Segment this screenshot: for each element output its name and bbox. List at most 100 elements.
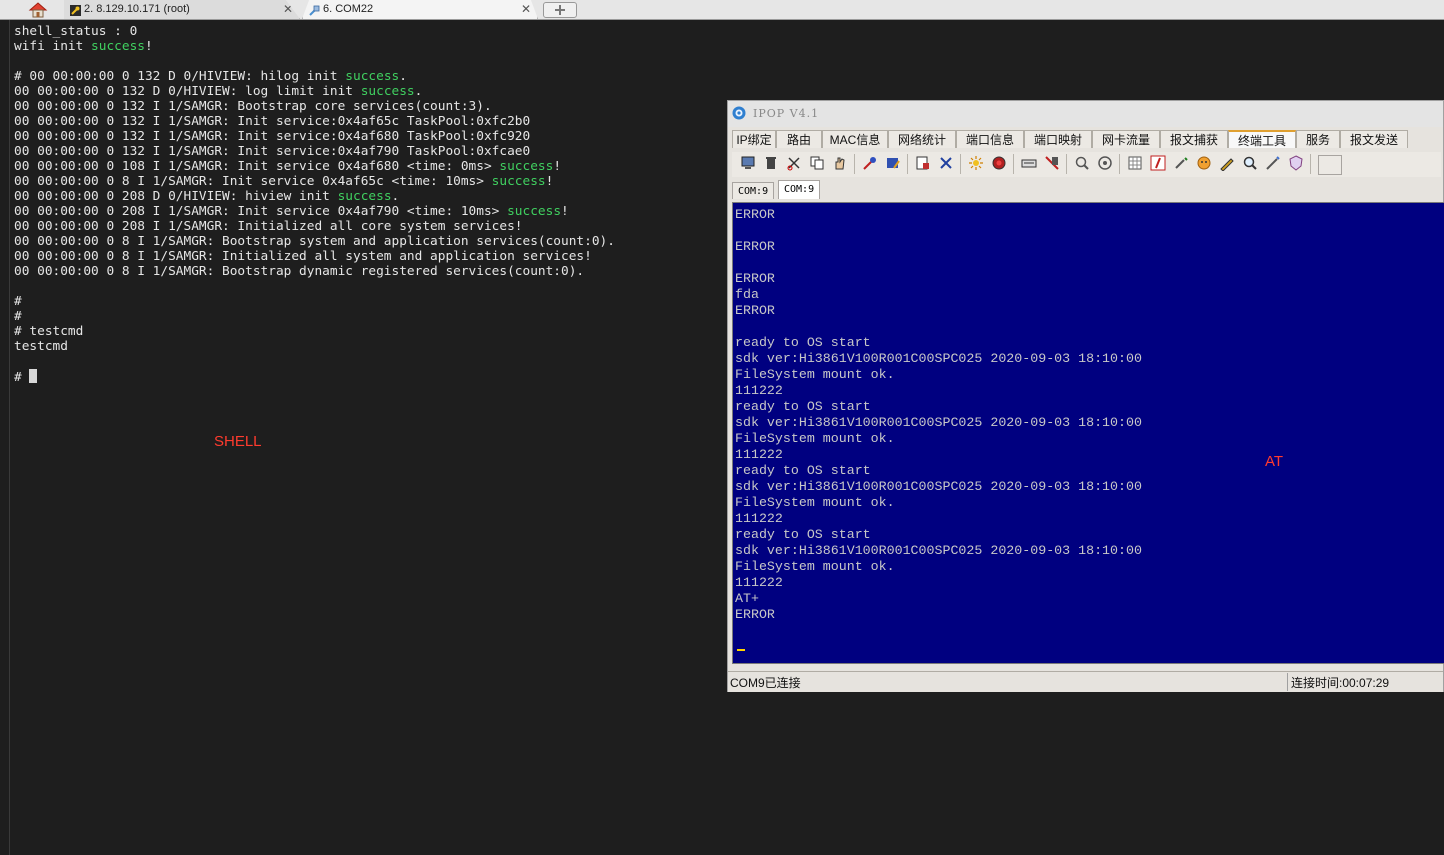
tab-0[interactable]: IP绑定 [732, 130, 776, 148]
log-text: 00 00:00:00 0 132 I 1/SAMGR: Init servic… [14, 144, 531, 159]
tab-9[interactable]: 服务 [1296, 130, 1340, 148]
filter-icon[interactable] [1044, 155, 1060, 171]
console-line: ERROR [735, 239, 775, 254]
zoom-icon[interactable] [1074, 155, 1090, 171]
save-icon[interactable] [915, 155, 931, 171]
app-logo-icon [732, 106, 746, 120]
log-text: . [399, 69, 407, 84]
console-line: ready to OS start [735, 399, 871, 414]
log-text: 00 00:00:00 0 8 I 1/SAMGR: Initialized a… [14, 249, 592, 264]
log-text: 00 00:00:00 0 108 I 1/SAMGR: Init servic… [14, 159, 500, 174]
trash-icon[interactable] [763, 155, 779, 171]
log-text: shell_status : 0 [14, 24, 138, 39]
toolbar-separator [1066, 154, 1067, 174]
console-line: 111222 [735, 447, 783, 462]
tab-label: 2. 8.129.10.171 (root) [84, 3, 190, 15]
com-tab[interactable]: COM:9 [732, 182, 775, 199]
tab-label: 6. COM22 [323, 3, 374, 15]
settings-icon[interactable] [885, 155, 901, 171]
at-annotation: AT [1265, 453, 1284, 470]
terminal-line: 00 00:00:00 0 208 D 0/HIVIEW: hiview ini… [14, 189, 615, 204]
success-text: success [507, 204, 562, 219]
log-text: ! [144, 39, 153, 54]
close-icon[interactable]: ✕ [283, 0, 293, 18]
console-line: FileSystem mount ok. [735, 495, 895, 510]
tab-ssh-session[interactable]: 2. 8.129.10.171 (root) ✕ [64, 0, 300, 19]
wand-icon[interactable] [1265, 155, 1281, 171]
console-line: ERROR [735, 207, 775, 222]
toolbar-separator [1013, 154, 1014, 174]
toolbar-separator [1119, 154, 1120, 174]
console-line: ERROR [735, 303, 775, 318]
hand-icon[interactable] [832, 155, 848, 171]
toolbar-separator [960, 154, 961, 174]
tab-2[interactable]: MAC信息 [822, 130, 888, 148]
connect-icon[interactable] [862, 155, 878, 171]
tab-7[interactable]: 报文捕获 [1160, 130, 1228, 148]
find-icon[interactable] [1242, 155, 1258, 171]
home-icon[interactable] [22, 0, 54, 19]
terminal-output: shell_status : 0 wifi init success! # 00 … [14, 24, 615, 385]
cut-icon[interactable] [786, 155, 802, 171]
terminal-line: # [14, 369, 615, 385]
log-text: . [414, 84, 423, 99]
log-text: wifi init [14, 39, 92, 54]
keyboard-icon[interactable] [1021, 155, 1037, 171]
console-line: ERROR [735, 607, 775, 622]
terminal-line: 00 00:00:00 0 132 I 1/SAMGR: Bootstrap c… [14, 99, 615, 114]
tab-com-session[interactable]: 6. COM22 ✕ [302, 0, 538, 19]
light-icon[interactable] [968, 155, 984, 171]
blank-button[interactable] [1318, 155, 1342, 175]
tab-6[interactable]: 网卡流量 [1092, 130, 1160, 148]
console-line: ready to OS start [735, 335, 871, 350]
tab-3[interactable]: 网络统计 [888, 130, 956, 148]
toolbar-separator [854, 154, 855, 174]
terminal-line: 00 00:00:00 0 132 I 1/SAMGR: Init servic… [14, 144, 615, 159]
log-text: 00 00:00:00 0 8 I 1/SAMGR: Init service … [14, 174, 492, 189]
record-icon[interactable] [991, 155, 1007, 171]
grid-icon[interactable] [1127, 155, 1143, 171]
success-text: success [337, 189, 392, 204]
log-text: 00 00:00:00 0 208 I 1/SAMGR: Initialized… [14, 219, 523, 234]
terminal-line: # testcmd [14, 324, 615, 339]
console-line: 111222 [735, 511, 783, 526]
tab-1[interactable]: 路由 [776, 130, 822, 148]
target-icon[interactable] [1097, 155, 1113, 171]
copy-icon[interactable] [809, 155, 825, 171]
success-text: success [345, 69, 400, 84]
tools-icon[interactable] [938, 155, 954, 171]
shield-icon[interactable] [1288, 155, 1304, 171]
console-line: FileSystem mount ok. [735, 367, 895, 382]
log-text: # 00 00:00:00 0 132 D 0/HIVIEW: hilog in… [14, 69, 346, 84]
console-line: FileSystem mount ok. [735, 431, 895, 446]
face-icon[interactable] [1196, 155, 1212, 171]
edit-icon[interactable] [1173, 155, 1189, 171]
terminal-line: wifi init success! [14, 39, 615, 54]
console-output: ERROR ERROR ERROR fda ERROR ready to OS st… [735, 207, 1142, 623]
console-line: AT+ [735, 591, 759, 606]
console-line: 111222 [735, 575, 783, 590]
plus-icon [555, 5, 565, 15]
terminal-line: 00 00:00:00 0 8 I 1/SAMGR: Bootstrap dyn… [14, 264, 615, 279]
new-tab-button[interactable] [543, 2, 577, 18]
italic-tool-icon[interactable] [1150, 155, 1166, 171]
log-text: # [14, 294, 22, 309]
terminal-line: 00 00:00:00 0 208 I 1/SAMGR: Init servic… [14, 204, 615, 219]
tab-4[interactable]: 端口信息 [956, 130, 1024, 148]
close-icon[interactable]: ✕ [521, 0, 531, 18]
pen-icon[interactable] [1219, 155, 1235, 172]
serial-console[interactable]: ERROR ERROR ERROR fda ERROR ready to OS st… [732, 202, 1444, 664]
window-titlebar[interactable]: IPOP V4.1 [728, 101, 1443, 127]
console-line: fda [735, 287, 759, 302]
terminal-line: 00 00:00:00 0 108 I 1/SAMGR: Init servic… [14, 159, 615, 174]
com-tab-active[interactable]: COM:9 [778, 180, 821, 199]
tab-10[interactable]: 报文发送 [1340, 130, 1408, 148]
monitor-icon[interactable] [740, 155, 756, 171]
tab-5[interactable]: 端口映射 [1024, 130, 1092, 148]
log-text: 00 00:00:00 0 8 I 1/SAMGR: Bootstrap dyn… [14, 264, 585, 279]
connection-time: 连接时间:00:07:29 [1291, 676, 1390, 690]
tab-8[interactable]: 终端工具 [1228, 130, 1296, 148]
